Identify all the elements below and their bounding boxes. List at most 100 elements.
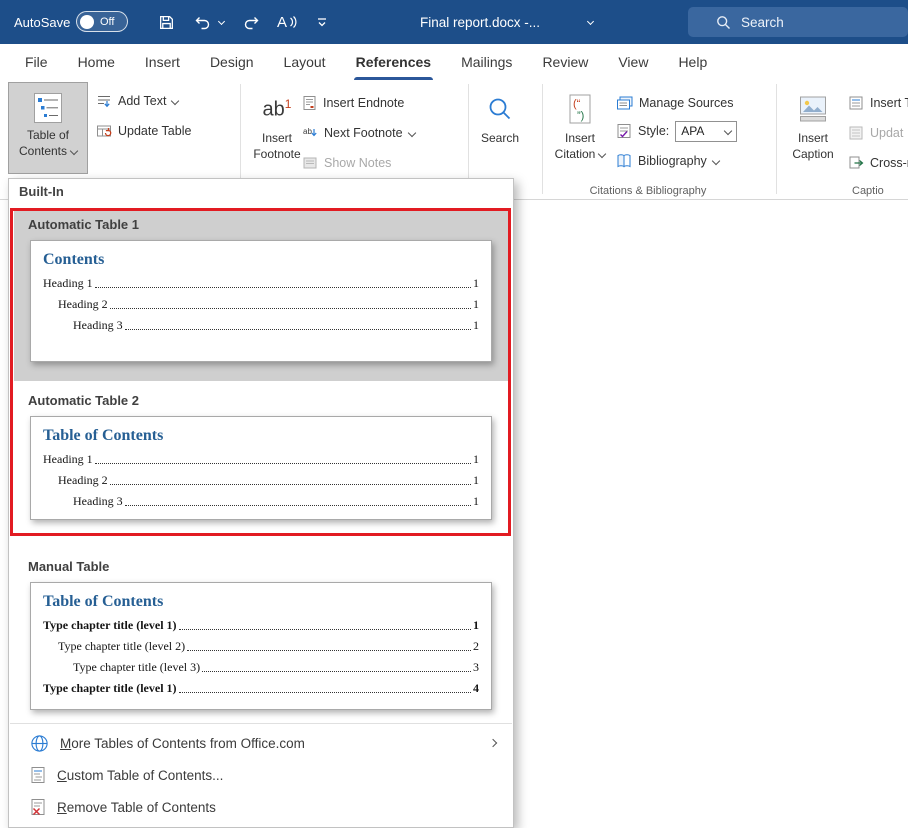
tab-references[interactable]: References [341, 44, 447, 80]
next-footnote-icon: ab [302, 125, 318, 141]
menu-item-label: Custom Table of Contents... [57, 768, 223, 783]
tab-help[interactable]: Help [663, 44, 722, 80]
menu-item-label: Remove Table of Contents [57, 800, 216, 815]
chevron-down-icon [407, 129, 415, 137]
table-of-contents-icon [33, 92, 63, 124]
insert-footnote-button[interactable]: ab1 Insert Footnote [246, 82, 308, 174]
show-notes-button[interactable]: Show Notes [302, 152, 391, 174]
add-text-icon [96, 93, 112, 109]
group-label-citations: Citations & Bibliography [560, 185, 736, 197]
ribbon-tab-row: File Home Insert Design Layout Reference… [0, 44, 908, 80]
remove-toc-icon [30, 798, 46, 816]
search-label: Search [741, 15, 784, 30]
search-lookup-button[interactable]: Search [472, 82, 528, 174]
save-button[interactable] [152, 8, 180, 36]
search-button-label: Search [481, 130, 519, 146]
next-footnote-button[interactable]: ab Next Footnote [302, 122, 415, 144]
insert-table-of-figures-button[interactable]: Insert T [848, 92, 908, 114]
toc-entry: Heading 21 [43, 298, 479, 311]
redo-button[interactable] [238, 8, 266, 36]
style-icon [616, 123, 632, 139]
quick-access-menu-button[interactable] [310, 8, 334, 36]
menu-item-label: More Tables of Contents from Office.com [60, 736, 305, 751]
manage-sources-icon [616, 95, 633, 111]
group-divider [542, 84, 543, 194]
toc-entry: Type chapter title (level 2)2 [43, 640, 479, 653]
update-table-button[interactable]: Update Table [96, 120, 191, 142]
insert-caption-label-2: Caption [792, 146, 833, 162]
gallery-item-automatic-table-2[interactable]: Automatic Table 2 Table of Contents Head… [14, 385, 508, 520]
svg-text:(“: (“ [573, 98, 581, 110]
undo-dropdown-icon[interactable] [218, 18, 225, 25]
tab-mailings[interactable]: Mailings [446, 44, 527, 80]
style-value: APA [681, 124, 704, 138]
insert-caption-button[interactable]: Insert Caption [782, 82, 844, 174]
tab-file[interactable]: File [10, 44, 63, 80]
manage-sources-button[interactable]: Manage Sources [616, 92, 734, 114]
update-table-of-figures-icon [848, 125, 864, 141]
undo-icon [193, 14, 211, 30]
group-divider [776, 84, 777, 194]
toc-entry: Type chapter title (level 3)3 [43, 661, 479, 674]
search-box[interactable]: Search [688, 7, 908, 37]
tab-insert[interactable]: Insert [130, 44, 195, 80]
smart-lookup-icon [486, 95, 514, 123]
update-table-of-figures-button[interactable]: Updat [848, 122, 903, 144]
read-aloud-icon: A [277, 14, 287, 31]
gallery-item-title: Automatic Table 1 [14, 209, 508, 237]
autosave-label: AutoSave [14, 0, 70, 44]
chevron-down-icon [70, 147, 78, 155]
document-title: Final report.docx -... [350, 0, 610, 44]
style-select[interactable]: APA [675, 121, 737, 142]
gallery-item-title: Automatic Table 2 [14, 385, 508, 413]
tab-home[interactable]: Home [63, 44, 130, 80]
toc-preview: Table of Contents Type chapter title (le… [30, 582, 492, 710]
menu-section-header: Built-In [19, 184, 64, 199]
gallery-item-automatic-table-1[interactable]: Automatic Table 1 Contents Heading 11 He… [14, 209, 508, 381]
menu-item-more-tables-from-office[interactable]: More Tables of Contents from Office.com [10, 727, 512, 759]
insert-table-of-figures-icon [848, 95, 864, 111]
svg-text:”): ”) [577, 110, 584, 122]
svg-text:ab: ab [303, 127, 312, 136]
undo-button[interactable] [188, 8, 216, 36]
next-footnote-label: Next Footnote [324, 126, 403, 140]
insert-citation-button[interactable]: (“”) Insert Citation [550, 82, 610, 174]
tab-design[interactable]: Design [195, 44, 269, 80]
tab-view[interactable]: View [603, 44, 663, 80]
save-icon [158, 14, 175, 31]
menu-item-custom-table-of-contents[interactable]: Custom Table of Contents... [10, 759, 512, 791]
word-window: AutoSave Off A Final report.docx -... Se… [0, 0, 908, 828]
autosave-state: Off [100, 16, 114, 28]
read-aloud-button[interactable]: A [270, 8, 304, 36]
tab-review[interactable]: Review [527, 44, 603, 80]
title-bar: AutoSave Off A Final report.docx -... Se… [0, 0, 908, 44]
toc-entry: Heading 31 [43, 495, 479, 508]
cross-reference-button[interactable]: Cross-r [848, 152, 908, 174]
autosave-toggle[interactable]: Off [76, 11, 128, 32]
bibliography-button[interactable]: Bibliography [616, 150, 719, 172]
add-text-button[interactable]: Add Text [96, 90, 178, 112]
chevron-right-icon [489, 739, 497, 747]
quick-access-chevron-icon [316, 16, 328, 28]
tab-layout[interactable]: Layout [269, 44, 341, 80]
insert-endnote-label: Insert Endnote [323, 96, 404, 110]
redo-icon [243, 14, 261, 30]
table-of-contents-button[interactable]: Table of Contents [8, 82, 88, 174]
gallery-item-manual-table[interactable]: Manual Table Table of Contents Type chap… [14, 551, 508, 710]
toc-entry: Heading 31 [43, 319, 479, 332]
preview-heading: Table of Contents [43, 593, 479, 611]
chevron-down-icon [171, 97, 179, 105]
footnote-ab1-icon: ab1 [263, 97, 292, 122]
update-table-icon [96, 123, 112, 139]
update-table-of-figures-label: Updat [870, 126, 903, 140]
insert-endnote-button[interactable]: Insert Endnote [302, 92, 404, 114]
update-table-label: Update Table [118, 124, 191, 138]
menu-item-remove-table-of-contents[interactable]: Remove Table of Contents [10, 791, 512, 823]
toc-entry: Heading 21 [43, 474, 479, 487]
preview-heading: Table of Contents [43, 427, 479, 445]
globe-icon [30, 734, 49, 753]
toc-entry: Type chapter title (level 1)4 [43, 682, 479, 695]
toc-preview: Contents Heading 11 Heading 21 Heading 3… [30, 240, 492, 362]
chevron-down-icon [724, 127, 732, 135]
insert-table-of-figures-label: Insert T [870, 96, 908, 110]
